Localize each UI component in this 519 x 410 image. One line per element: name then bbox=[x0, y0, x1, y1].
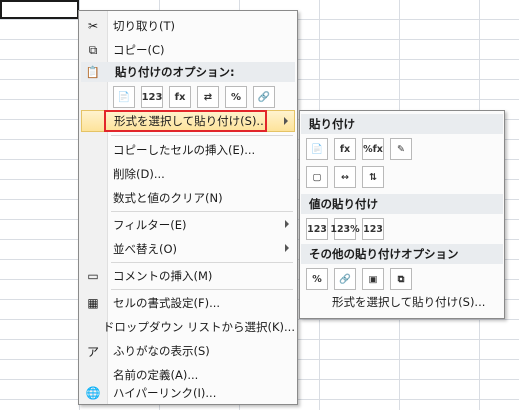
menu-item-filter[interactable]: フィルター(E) bbox=[81, 214, 295, 236]
menu-item-label: コメントの挿入(M) bbox=[113, 269, 213, 283]
blank-icon bbox=[81, 214, 105, 236]
context-menu: 切り取り(T) コピー(C) 貼り付けのオプション: 📄 123 fx ⇄ % … bbox=[78, 10, 298, 405]
menu-item-furigana[interactable]: ふりがなの表示(S) bbox=[81, 340, 295, 362]
menu-item-label: 名前の定義(A)... bbox=[113, 368, 199, 382]
paste-formulas-button[interactable]: fx bbox=[169, 86, 191, 108]
menu-item-copy[interactable]: コピー(C) bbox=[81, 39, 295, 61]
section-label: その他の貼り付けオプション bbox=[309, 247, 459, 261]
paste-values-button[interactable]: 123 bbox=[141, 86, 163, 108]
paste-link-button[interactable]: 🔗 bbox=[334, 268, 356, 290]
menu-item-label: フィルター(E) bbox=[113, 218, 187, 232]
comment-icon bbox=[81, 265, 105, 287]
blank-icon bbox=[81, 316, 95, 338]
format-cells-icon bbox=[81, 292, 105, 314]
submenu-section-other: その他の貼り付けオプション bbox=[301, 244, 503, 264]
menu-separator bbox=[111, 211, 293, 212]
blank-icon bbox=[81, 163, 105, 185]
menu-item-delete[interactable]: 削除(D)... bbox=[81, 163, 295, 185]
menu-item-label: 切り取り(T) bbox=[113, 19, 175, 33]
menu-separator bbox=[111, 289, 293, 290]
menu-separator bbox=[111, 262, 293, 263]
hyperlink-icon bbox=[81, 382, 105, 404]
menu-item-format-cells[interactable]: セルの書式設定(F)... bbox=[81, 292, 295, 314]
submenu-section-paste: 貼り付け bbox=[301, 114, 503, 134]
paste-values-source-format-button[interactable]: 123 bbox=[362, 218, 384, 240]
paste-options-label: 貼り付けのオプション: bbox=[115, 65, 235, 79]
highlight-box bbox=[104, 110, 267, 132]
menu-item-insert-copied[interactable]: コピーしたセルの挿入(E)... bbox=[81, 139, 295, 161]
menu-item-label: コピー(C) bbox=[113, 43, 165, 57]
paste-formulas-numbers-button[interactable]: %fx bbox=[362, 138, 384, 160]
paste-other-row: % 🔗 ▣ ⧉ bbox=[306, 268, 412, 290]
menu-item-cut[interactable]: 切り取り(T) bbox=[81, 15, 295, 37]
menu-item-label: 数式と値のクリア(N) bbox=[113, 191, 223, 205]
blank-icon bbox=[81, 139, 105, 161]
scissors-icon bbox=[81, 15, 105, 37]
paste-buttons-row: 📄 fx %fx ✎ bbox=[306, 138, 412, 160]
paste-all-button[interactable]: 📄 bbox=[306, 138, 328, 160]
paste-formatting-button[interactable]: % bbox=[306, 268, 328, 290]
paste-special-submenu: 貼り付け 📄 fx %fx ✎ ▢ ↔ ⇅ 値の貼り付け 123 123% 12… bbox=[299, 110, 505, 319]
blank-icon bbox=[82, 110, 106, 132]
submenu-item-paste-special[interactable]: 形式を選択して貼り付け(S)... bbox=[332, 294, 485, 310]
furigana-icon bbox=[81, 340, 105, 362]
section-label: 値の貼り付け bbox=[309, 197, 378, 211]
paste-buttons-row-2: ▢ ↔ ⇅ bbox=[306, 166, 384, 188]
paste-transpose-button[interactable]: ⇄ bbox=[197, 86, 219, 108]
paste-formatting-button[interactable]: % bbox=[225, 86, 247, 108]
paste-button[interactable]: 📄 bbox=[113, 86, 135, 108]
paste-options-header: 貼り付けのオプション: bbox=[81, 62, 295, 82]
paste-no-borders-button[interactable]: ▢ bbox=[306, 166, 328, 188]
paste-keep-source-button[interactable]: ✎ bbox=[390, 138, 412, 160]
paste-link-button[interactable]: 🔗 bbox=[253, 86, 275, 108]
paste-options-row: 📄 123 fx ⇄ % 🔗 bbox=[113, 86, 275, 108]
paste-values-button[interactable]: 123 bbox=[306, 218, 328, 240]
chevron-right-icon bbox=[284, 117, 288, 125]
menu-item-label: コピーしたセルの挿入(E)... bbox=[113, 143, 256, 157]
paste-transpose-button[interactable]: ⇅ bbox=[362, 166, 384, 188]
menu-item-label: ふりがなの表示(S) bbox=[113, 344, 210, 358]
menu-item-dropdown-pick[interactable]: ドロップダウン リストから選択(K)... bbox=[81, 316, 295, 338]
menu-item-insert-comment[interactable]: コメントの挿入(M) bbox=[81, 265, 295, 287]
paste-formulas-button[interactable]: fx bbox=[334, 138, 356, 160]
copy-icon bbox=[81, 39, 105, 61]
menu-item-label: ハイパーリンク(I)... bbox=[113, 386, 217, 400]
paste-picture-button[interactable]: ▣ bbox=[362, 268, 384, 290]
menu-item-hyperlink[interactable]: ハイパーリンク(I)... bbox=[81, 382, 295, 404]
blank-icon bbox=[81, 238, 105, 260]
menu-item-label: 削除(D)... bbox=[113, 167, 165, 181]
menu-item-label: セルの書式設定(F)... bbox=[113, 296, 221, 310]
paste-linked-picture-button[interactable]: ⧉ bbox=[390, 268, 412, 290]
chevron-right-icon bbox=[285, 220, 289, 228]
submenu-item-label: 形式を選択して貼り付け(S)... bbox=[332, 295, 486, 309]
chevron-right-icon bbox=[285, 244, 289, 252]
active-cell[interactable] bbox=[0, 0, 79, 19]
clipboard-icon bbox=[81, 65, 105, 79]
paste-column-widths-button[interactable]: ↔ bbox=[334, 166, 356, 188]
menu-item-sort[interactable]: 並べ替え(O) bbox=[81, 238, 295, 260]
menu-item-label: 並べ替え(O) bbox=[113, 242, 178, 256]
paste-values-row: 123 123% 123 bbox=[306, 218, 384, 240]
menu-item-label: ドロップダウン リストから選択(K)... bbox=[102, 320, 295, 334]
submenu-section-values: 値の貼り付け bbox=[301, 194, 503, 214]
paste-values-number-format-button[interactable]: 123% bbox=[330, 218, 360, 240]
menu-item-clear[interactable]: 数式と値のクリア(N) bbox=[81, 187, 295, 209]
section-label: 貼り付け bbox=[309, 117, 355, 131]
blank-icon bbox=[81, 187, 105, 209]
menu-separator bbox=[111, 135, 293, 136]
